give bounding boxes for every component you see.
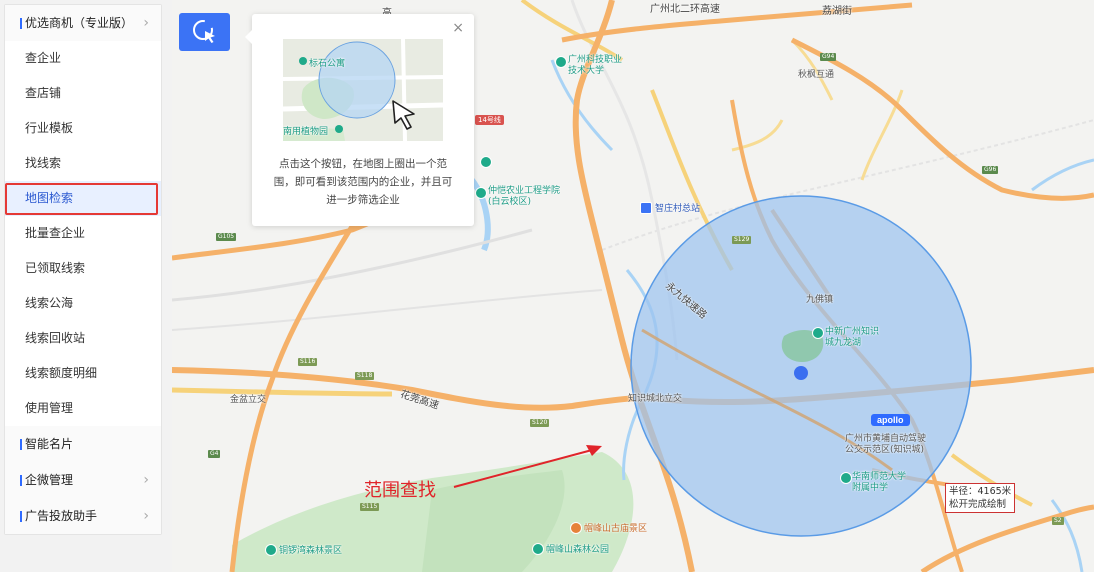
map-label-zhongkai: 仲恺农业工程学院 (白云校区): [488, 186, 561, 207]
map-label-liufeng: 秋枫互通: [798, 70, 835, 80]
circle-select-button[interactable]: [179, 13, 230, 51]
road-shield: S2: [1052, 517, 1064, 525]
radius-readout: 半径：4165米 松开完成绘制: [945, 483, 1016, 513]
location-pin-icon: [812, 327, 824, 339]
map-label-top-road: 广州北二环高速: [650, 4, 720, 15]
road-shield: S115: [360, 503, 380, 511]
school-pin-icon: [480, 156, 492, 168]
location-pin-icon: [555, 56, 567, 68]
map-label-zhongxin: 中新广州知识 城九龙湖: [825, 327, 880, 348]
sidebar-item-chaqiye[interactable]: 查企业: [5, 41, 161, 76]
map-label-gz-tech: 广州科技职业 技术大学: [568, 55, 623, 76]
location-pin-icon: [475, 187, 487, 199]
group-marker-icon: [20, 439, 22, 450]
temple-pin-icon: [570, 522, 582, 534]
thumb-label: 南用植物园: [283, 127, 329, 137]
apollo-badge: apollo: [871, 414, 910, 426]
school-pin-icon: [840, 472, 852, 484]
road-shield: G94: [820, 53, 837, 61]
menu-group-mingpian[interactable]: 智能名片: [5, 426, 161, 462]
chevron-right-icon: ›: [143, 472, 149, 488]
map-label-tongluowan: 铜锣湾森林景区: [279, 546, 343, 556]
chevron-right-icon: ›: [143, 15, 149, 31]
map-label-zhishicheng: 知识城北立交: [628, 394, 683, 404]
road-shield: G105: [216, 233, 237, 241]
sidebar-item-chadianpu[interactable]: 查店铺: [5, 76, 161, 111]
annotation-label: 范围查找: [364, 480, 436, 501]
guide-popup: × 标石公寓 南用植物园 点击这个按钮，在地图上圈出一个范围，即可看到该范围内的…: [245, 14, 474, 226]
menu-group-label: 广告投放助手: [25, 509, 98, 523]
sidebar-item-map-search[interactable]: 地图检索: [5, 181, 161, 216]
road-shield: G96: [982, 166, 999, 174]
sidebar-item-pool[interactable]: 线索公海: [5, 286, 161, 321]
map-label-huanan: 华南师范大学 附属中学: [852, 472, 907, 493]
sidebar-item-recycle[interactable]: 线索回收站: [5, 321, 161, 356]
menu-group-label: 智能名片: [25, 437, 74, 451]
map-label-zhuangcun: 智庄村总站: [655, 204, 701, 214]
chevron-right-icon: ›: [143, 508, 149, 524]
park-pin-icon: [265, 544, 277, 556]
park-pin-icon: [532, 543, 544, 555]
circle-draw-icon: [192, 20, 215, 43]
metro-line-badge: 14号线: [475, 115, 504, 125]
map-label-maofeng-park: 帽峰山森林公园: [546, 545, 610, 555]
guide-thumbnail: 标石公寓 南用植物园: [283, 39, 443, 141]
road-shield: S129: [732, 236, 752, 244]
sidebar-menu: 优选商机（专业版） › 查企业 查店铺 行业模板 找线索 地图检索 批量查企业 …: [4, 4, 162, 535]
map-label-maofeng-temple: 帽峰山古庙景区: [584, 524, 648, 534]
road-shield: G4: [208, 450, 221, 458]
menu-group-label: 优选商机（专业版）: [25, 16, 134, 30]
group-marker-icon: [20, 511, 22, 522]
road-shield: S118: [355, 372, 375, 380]
radius-hint: 松开完成绘制: [949, 499, 1007, 510]
road-shield: S120: [530, 419, 550, 427]
map-label-top-right: 荔湖街: [822, 6, 852, 17]
map-label-jiulong: 九佛镇: [806, 295, 834, 305]
sidebar-item-hangye[interactable]: 行业模板: [5, 111, 161, 146]
sidebar-item-claimed[interactable]: 已领取线索: [5, 251, 161, 286]
map-label-huangpu: 广州市黄埔自动驾驶 公交示范区(知识城): [845, 434, 927, 455]
sidebar-item-usage[interactable]: 使用管理: [5, 391, 161, 426]
menu-group-label: 企微管理: [25, 473, 74, 487]
sidebar-item-batch[interactable]: 批量查企业: [5, 216, 161, 251]
menu-group-ads[interactable]: 广告投放助手 ›: [5, 498, 161, 534]
sidebar-item-zhaoxiansuo[interactable]: 找线索: [5, 146, 161, 181]
group-marker-icon: [20, 18, 22, 29]
close-icon[interactable]: ×: [452, 20, 464, 36]
menu-group-youxuan[interactable]: 优选商机（专业版） ›: [5, 5, 161, 41]
guide-description: 点击这个按钮，在地图上圈出一个范围，即可看到该范围内的企业，并且可进一步筛选企业: [273, 158, 453, 206]
bus-station-icon: [640, 202, 652, 214]
road-shield: S116: [298, 358, 318, 366]
map-label-jinpen: 金盆立交: [230, 395, 267, 405]
menu-group-qiwei[interactable]: 企微管理 ›: [5, 462, 161, 498]
radius-value: 半径：4165米: [949, 486, 1012, 497]
group-marker-icon: [20, 475, 22, 486]
thumb-label: 标石公寓: [309, 59, 346, 69]
sidebar-item-quota[interactable]: 线索额度明细: [5, 356, 161, 391]
